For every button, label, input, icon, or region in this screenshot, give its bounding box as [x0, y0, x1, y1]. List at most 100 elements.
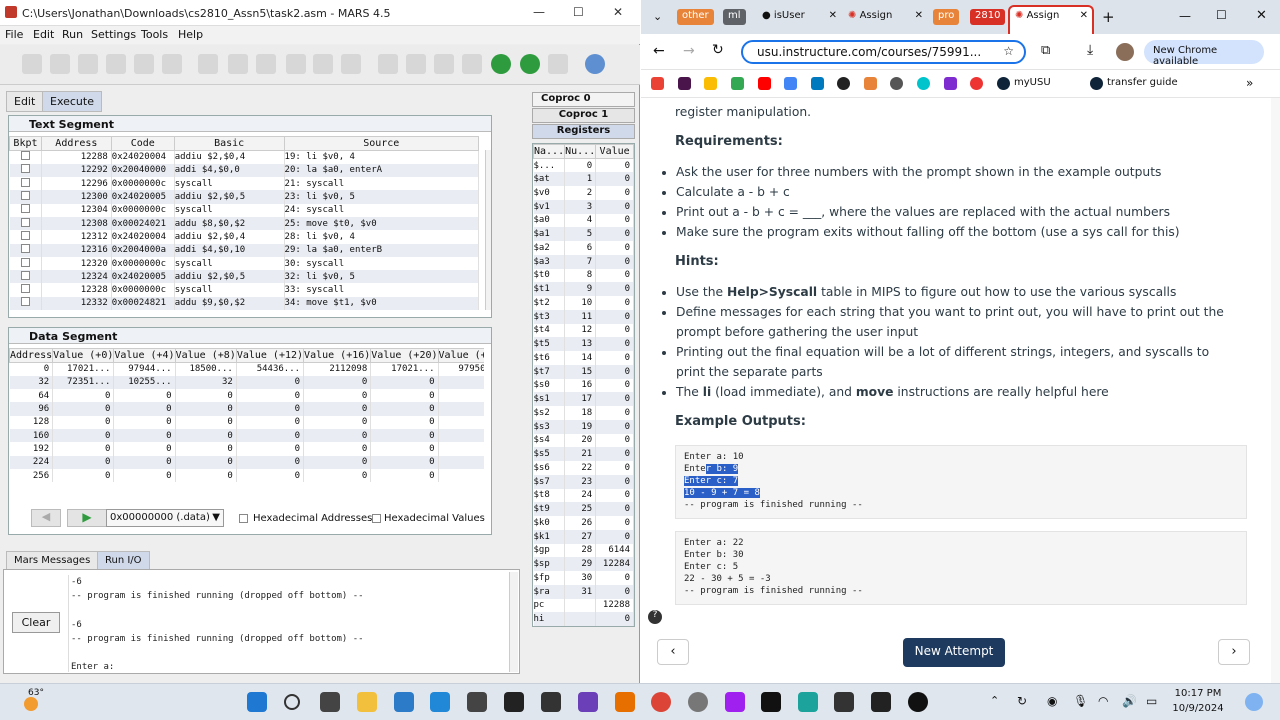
task-view-icon[interactable]	[320, 692, 340, 712]
paste-icon[interactable]	[313, 54, 333, 74]
github-icon[interactable]	[837, 77, 850, 90]
pause-icon[interactable]	[491, 54, 511, 74]
canvas-icon[interactable]	[970, 77, 983, 90]
terminal-icon[interactable]	[541, 692, 561, 712]
help-icon[interactable]: ?	[648, 610, 662, 624]
clock-time[interactable]: 10:17 PM	[1168, 688, 1228, 699]
save-icon[interactable]	[78, 54, 98, 74]
terminal-icon[interactable]	[504, 692, 524, 712]
minimize-icon[interactable]: —	[1179, 9, 1191, 23]
reset-icon[interactable]	[548, 54, 568, 74]
tab-mars-messages[interactable]: Mars Messages	[6, 551, 99, 570]
address-bar[interactable]: usu.instructure.com/courses/75991... ☆	[741, 40, 1026, 64]
close-icon[interactable]: ✕	[613, 5, 623, 19]
redo-icon[interactable]	[228, 54, 248, 74]
file-explorer-icon[interactable]	[357, 692, 377, 712]
forward-icon[interactable]: →	[683, 43, 695, 59]
new-file-icon[interactable]	[22, 54, 42, 74]
hex-values-checkbox[interactable]	[372, 514, 381, 523]
text-col-header[interactable]: Code	[110, 136, 175, 151]
tab-coproc1[interactable]: Coproc 1	[532, 108, 635, 123]
app-icon[interactable]	[908, 692, 928, 712]
tab-close-icon[interactable]: ✕	[829, 10, 837, 21]
open-file-icon[interactable]	[50, 54, 70, 74]
tab-edit[interactable]: Edit	[6, 91, 44, 112]
next-button[interactable]: ▶	[67, 509, 107, 527]
back-icon[interactable]: ←	[653, 43, 665, 59]
bookmark-myusu[interactable]: myUSU	[1014, 77, 1051, 88]
data-col-header[interactable]: Value (+4)	[113, 348, 176, 363]
help-icon[interactable]	[585, 54, 605, 74]
find-replace-icon[interactable]	[341, 54, 361, 74]
chatgpt-icon[interactable]	[890, 77, 903, 90]
undo-icon[interactable]	[198, 54, 218, 74]
prev-button[interactable]: ◀	[31, 509, 61, 527]
avatar[interactable]	[1116, 43, 1134, 61]
data-col-header[interactable]: Value (+12)	[235, 348, 305, 363]
gmail-icon[interactable]	[651, 77, 664, 90]
address-select[interactable]: 0x00000000 (.data) ▼	[106, 509, 224, 527]
data-col-header[interactable]: Value (+0)	[52, 348, 115, 363]
volume-icon[interactable]: 🔊	[1122, 694, 1137, 708]
usu-icon[interactable]	[997, 77, 1010, 90]
weather-icon[interactable]	[24, 697, 38, 711]
reload-icon[interactable]: ↻	[712, 42, 724, 58]
breakpoint-checkbox[interactable]	[20, 244, 30, 254]
breakpoint-checkbox[interactable]	[20, 177, 30, 187]
page-scrollbar[interactable]	[1271, 98, 1280, 683]
menu-help[interactable]: Help	[178, 28, 203, 41]
next-button[interactable]: ›	[1218, 639, 1250, 665]
menu-edit[interactable]: Edit	[33, 28, 54, 41]
mic-icon[interactable]: 🎙	[1073, 694, 1088, 708]
tab-run-io[interactable]: Run I/O	[97, 551, 150, 570]
app-icon[interactable]	[467, 692, 487, 712]
print-icon[interactable]	[162, 54, 182, 74]
settings-icon[interactable]	[688, 692, 708, 712]
drive-icon[interactable]	[704, 77, 717, 90]
clock-date[interactable]: 10/9/2024	[1168, 703, 1228, 714]
trello-icon[interactable]	[811, 77, 824, 90]
app-icon[interactable]	[578, 692, 598, 712]
menu-tools[interactable]: Tools	[141, 28, 168, 41]
data-col-header[interactable]: Value (+20)	[370, 348, 439, 363]
new-attempt-button[interactable]: New Attempt	[903, 638, 1005, 667]
register-col-header[interactable]: Value	[595, 144, 634, 159]
wifi-icon[interactable]: ◠	[1098, 694, 1108, 708]
pycharm-icon[interactable]	[761, 692, 781, 712]
run-io-scrollbar[interactable]	[509, 572, 518, 672]
tab-assign-active[interactable]: ✺ Assign ✕	[1008, 5, 1094, 34]
data-col-header[interactable]: Value (+8)	[174, 348, 237, 363]
tab-group-ml[interactable]: ml	[723, 9, 746, 25]
new-tab-icon[interactable]: +	[1102, 8, 1115, 26]
tab-search-icon[interactable]: ⌄	[653, 10, 662, 23]
breakpoint-checkbox[interactable]	[20, 217, 30, 227]
maximize-icon[interactable]: ☐	[1216, 8, 1227, 22]
tab-execute[interactable]: Execute	[42, 91, 102, 112]
search-icon[interactable]	[284, 694, 300, 710]
text-segment-scrollbar[interactable]	[485, 150, 491, 310]
app-icon[interactable]	[798, 692, 818, 712]
canva-icon[interactable]	[917, 77, 930, 90]
clear-button[interactable]: Clear	[12, 612, 60, 633]
register-col-header[interactable]: Nu...	[564, 144, 597, 159]
step-icon[interactable]	[434, 54, 454, 74]
app-icon[interactable]	[834, 692, 854, 712]
extensions-icon[interactable]: ⧉	[1041, 43, 1050, 58]
new-chrome-available-button[interactable]: New Chrome available	[1144, 40, 1264, 67]
breakpoint-checkbox[interactable]	[20, 297, 30, 307]
tray-icon[interactable]: ↻	[1017, 694, 1027, 708]
tray-overflow-icon[interactable]: ⌃	[990, 694, 999, 707]
breakpoint-checkbox[interactable]	[20, 284, 30, 294]
tab-assign-1[interactable]: ✺ Assign ✕	[843, 7, 927, 27]
vscode-icon[interactable]	[430, 692, 450, 712]
tab-coproc0[interactable]: Coproc 0	[532, 92, 635, 107]
menu-settings[interactable]: Settings	[91, 28, 136, 41]
text-col-header[interactable]: Bkpt	[9, 136, 42, 151]
pinterest-icon[interactable]	[944, 77, 957, 90]
previous-button[interactable]: ‹	[657, 639, 689, 665]
app-icon[interactable]	[725, 692, 745, 712]
tray-icon[interactable]: ◉	[1047, 694, 1057, 708]
app-icon[interactable]	[871, 692, 891, 712]
data-col-header[interactable]: Value (+16)	[303, 348, 372, 363]
breakpoint-checkbox[interactable]	[20, 191, 30, 201]
